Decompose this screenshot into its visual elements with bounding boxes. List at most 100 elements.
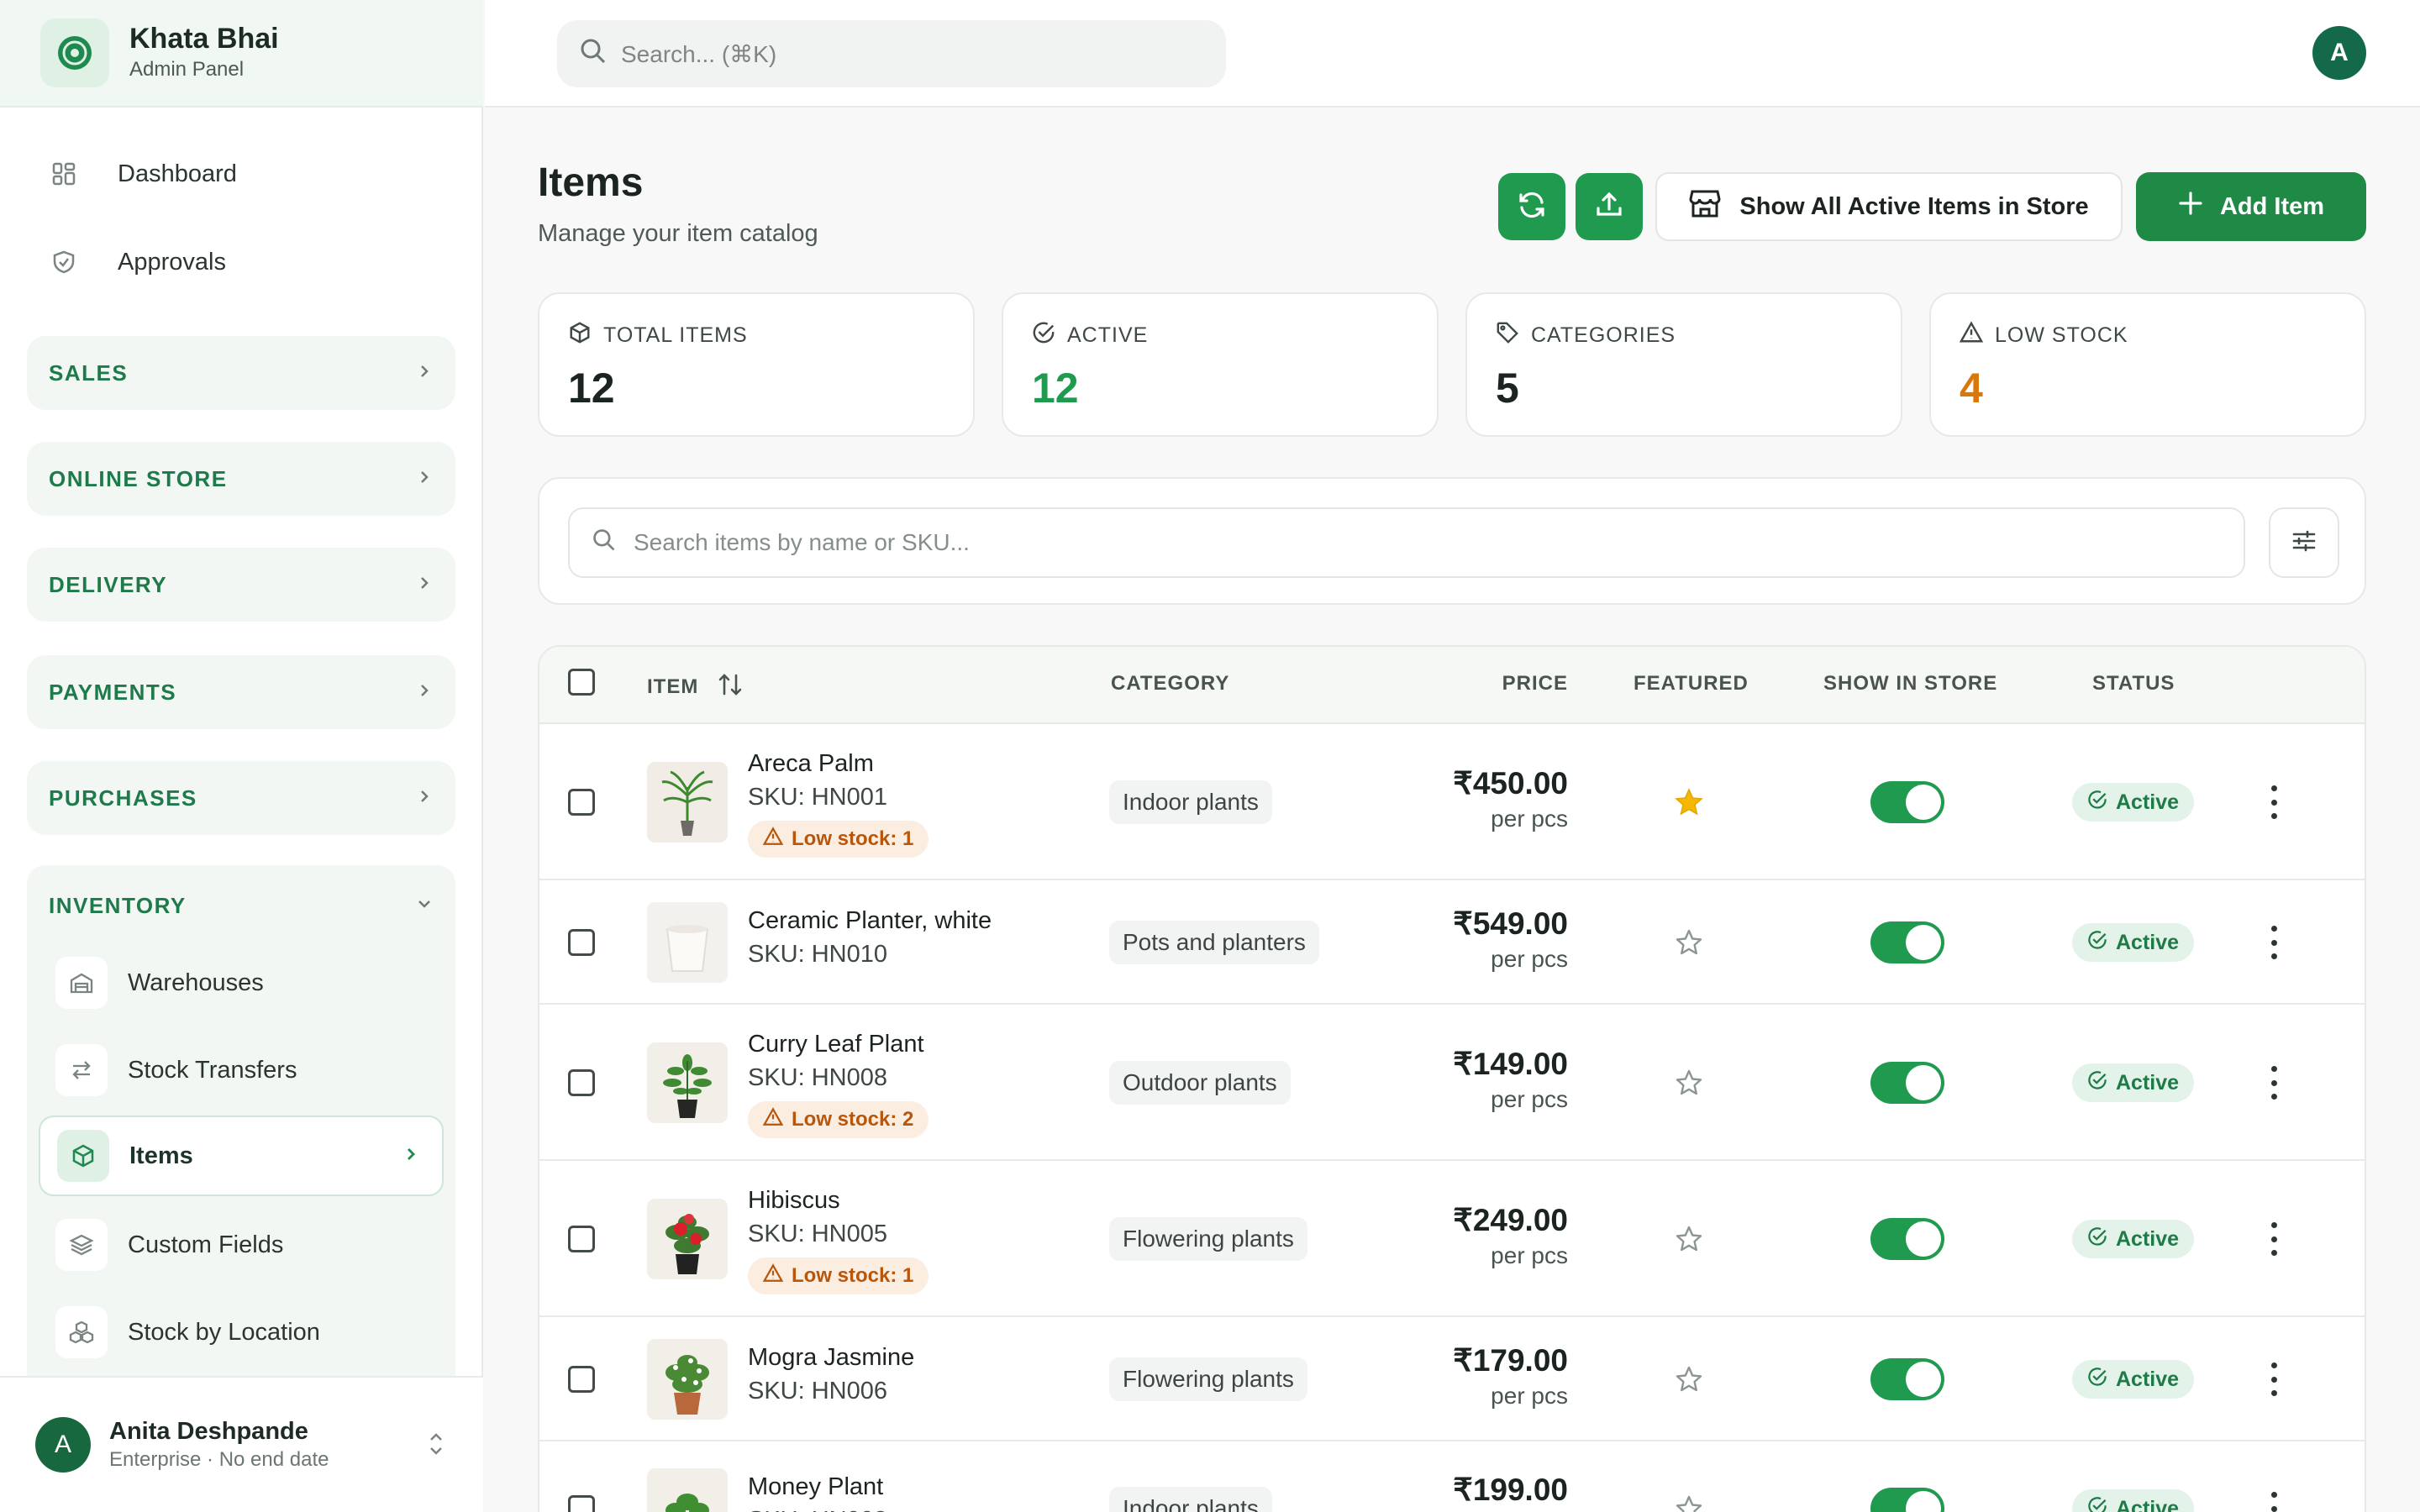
low-stock-text: Low stock: 1 bbox=[792, 1264, 914, 1287]
row-checkbox[interactable] bbox=[568, 1366, 595, 1393]
status-badge: Active bbox=[2072, 1220, 2195, 1258]
sidebar-item-stock-by-location[interactable]: Stock by Location bbox=[39, 1294, 444, 1371]
status-badge: Active bbox=[2072, 1489, 2195, 1512]
row-checkbox[interactable] bbox=[568, 1069, 595, 1096]
item-name[interactable]: Areca Palm bbox=[748, 750, 874, 778]
stat-card-active: ACTIVE 12 bbox=[1002, 292, 1439, 437]
item-name[interactable]: Ceramic Planter, white bbox=[748, 907, 992, 935]
row-menu-button[interactable] bbox=[2264, 1492, 2284, 1512]
chevron-right-icon bbox=[415, 572, 434, 598]
refresh-button[interactable] bbox=[1498, 173, 1565, 240]
row-menu-button[interactable] bbox=[2264, 1362, 2284, 1396]
row-checkbox[interactable] bbox=[568, 1226, 595, 1252]
column-header-featured: FEATURED bbox=[1634, 672, 1749, 695]
global-search-input[interactable]: Search... (⌘K) bbox=[557, 20, 1226, 87]
add-item-button[interactable]: Add Item bbox=[2136, 172, 2366, 241]
column-header-item[interactable]: ITEM bbox=[647, 672, 744, 703]
table-row[interactable]: Curry Leaf Plant SKU: HN008 Low stock: 2 Ou… bbox=[539, 1005, 2365, 1161]
star-icon[interactable] bbox=[1674, 927, 1704, 958]
kebab-dot bbox=[2270, 785, 2277, 791]
row-menu-button[interactable] bbox=[2264, 926, 2284, 959]
row-menu-button[interactable] bbox=[2264, 1222, 2284, 1256]
app-root: Khata Bhai Admin Panel Dashboard Approva… bbox=[0, 0, 2420, 1512]
nav-group-inventory-header[interactable]: INVENTORY bbox=[49, 865, 434, 946]
nav-group-delivery-label: DELIVERY bbox=[49, 571, 168, 597]
sidebar: Khata Bhai Admin Panel Dashboard Approva… bbox=[0, 0, 483, 1512]
item-unit: per pcs bbox=[1491, 806, 1568, 832]
sidebar-item-custom-fields[interactable]: Custom Fields bbox=[39, 1206, 444, 1284]
star-icon[interactable] bbox=[1674, 1364, 1704, 1394]
sort-icon[interactable] bbox=[717, 672, 744, 703]
show-in-store-toggle[interactable] bbox=[1870, 1062, 1944, 1104]
boxes-icon bbox=[55, 1306, 108, 1358]
chevron-right-icon bbox=[402, 1142, 420, 1170]
table-row[interactable]: Areca Palm SKU: HN001 Low stock: 1 Indoor p… bbox=[539, 724, 2365, 880]
row-checkbox[interactable] bbox=[568, 1495, 595, 1512]
table-row[interactable]: Mogra Jasmine SKU: HN006 Flowering plants ₹… bbox=[539, 1317, 2365, 1441]
show-in-store-toggle[interactable] bbox=[1870, 921, 1944, 963]
filter-settings-button[interactable] bbox=[2269, 507, 2339, 578]
nav-group-sales[interactable]: SALES bbox=[27, 336, 455, 410]
show-in-store-toggle[interactable] bbox=[1870, 781, 1944, 823]
kebab-dot bbox=[2270, 1222, 2277, 1228]
chevron-right-icon bbox=[415, 680, 434, 706]
sidebar-item-warehouses[interactable]: Warehouses bbox=[39, 944, 444, 1021]
select-all-checkbox[interactable] bbox=[568, 669, 595, 696]
table-row[interactable]: Money Plant SKU: HN003 Indoor plants ₹199.0… bbox=[539, 1441, 2365, 1512]
category-chip: Indoor plants bbox=[1109, 1487, 1272, 1512]
star-filled-icon[interactable] bbox=[1674, 787, 1704, 817]
status-text: Active bbox=[2116, 1496, 2180, 1512]
item-sku: SKU: HN001 bbox=[748, 784, 888, 811]
row-checkbox[interactable] bbox=[568, 929, 595, 956]
brand-header[interactable]: Khata Bhai Admin Panel bbox=[0, 0, 483, 108]
toggle-knob bbox=[1906, 1065, 1941, 1100]
upload-button[interactable] bbox=[1576, 173, 1643, 240]
nav-group-delivery[interactable]: DELIVERY bbox=[27, 548, 455, 622]
nav-group-online-store[interactable]: ONLINE STORE bbox=[27, 442, 455, 516]
filter-bar: Search items by name or SKU... bbox=[538, 477, 2366, 605]
account-avatar[interactable]: A bbox=[2312, 26, 2366, 80]
sidebar-item-warehouses-label: Warehouses bbox=[128, 969, 264, 996]
item-search-input[interactable]: Search items by name or SKU... bbox=[568, 507, 2245, 578]
show-in-store-toggle[interactable] bbox=[1870, 1358, 1944, 1400]
kebab-dot bbox=[2270, 1250, 2277, 1256]
nav-dashboard[interactable]: Dashboard bbox=[47, 144, 237, 203]
table-row[interactable]: Ceramic Planter, white SKU: HN010 Pots and… bbox=[539, 880, 2365, 1005]
chevrons-up-down-icon[interactable] bbox=[426, 1430, 446, 1462]
show-active-items-in-store-button[interactable]: Show All Active Items in Store bbox=[1655, 172, 2123, 241]
grid-icon bbox=[47, 157, 81, 191]
status-text: Active bbox=[2116, 1226, 2180, 1251]
nav-group-purchases[interactable]: PURCHASES bbox=[27, 761, 455, 835]
row-checkbox[interactable] bbox=[568, 789, 595, 816]
stat-value: 5 bbox=[1496, 365, 1519, 412]
nav-group-sales-label: SALES bbox=[49, 360, 129, 386]
user-profile[interactable]: A Anita Deshpande Enterprise · No end da… bbox=[0, 1376, 483, 1512]
nav-group-payments[interactable]: PAYMENTS bbox=[27, 655, 455, 729]
status-badge: Active bbox=[2072, 923, 2195, 962]
star-icon[interactable] bbox=[1674, 1224, 1704, 1254]
chevron-right-icon bbox=[415, 360, 434, 386]
item-price: ₹199.00 bbox=[1453, 1473, 1568, 1507]
star-icon[interactable] bbox=[1674, 1494, 1704, 1512]
item-name[interactable]: Curry Leaf Plant bbox=[748, 1031, 924, 1058]
brand-subtitle: Admin Panel bbox=[129, 58, 245, 81]
item-sku: SKU: HN006 bbox=[748, 1378, 888, 1404]
nav-approvals[interactable]: Approvals bbox=[47, 233, 226, 291]
row-menu-button[interactable] bbox=[2264, 1066, 2284, 1100]
item-name[interactable]: Money Plant bbox=[748, 1473, 883, 1501]
kebab-dot bbox=[2270, 1390, 2277, 1396]
check-circle-icon bbox=[2087, 1367, 2107, 1393]
table-row[interactable]: Hibiscus SKU: HN005 Low stock: 1 Flowering … bbox=[539, 1161, 2365, 1317]
item-name[interactable]: Mogra Jasmine bbox=[748, 1344, 914, 1372]
refresh-icon bbox=[1515, 188, 1549, 226]
sidebar-item-items[interactable]: Items bbox=[39, 1116, 444, 1196]
kebab-dot bbox=[2270, 1094, 2277, 1100]
sidebar-item-stock-transfers[interactable]: Stock Transfers bbox=[39, 1032, 444, 1109]
row-menu-button[interactable] bbox=[2264, 785, 2284, 819]
item-name[interactable]: Hibiscus bbox=[748, 1187, 840, 1215]
sidebar-item-stock-transfers-label: Stock Transfers bbox=[128, 1056, 297, 1084]
star-icon[interactable] bbox=[1674, 1068, 1704, 1098]
show-in-store-toggle[interactable] bbox=[1870, 1218, 1944, 1260]
item-price: ₹450.00 bbox=[1453, 766, 1568, 801]
show-in-store-toggle[interactable] bbox=[1870, 1488, 1944, 1512]
